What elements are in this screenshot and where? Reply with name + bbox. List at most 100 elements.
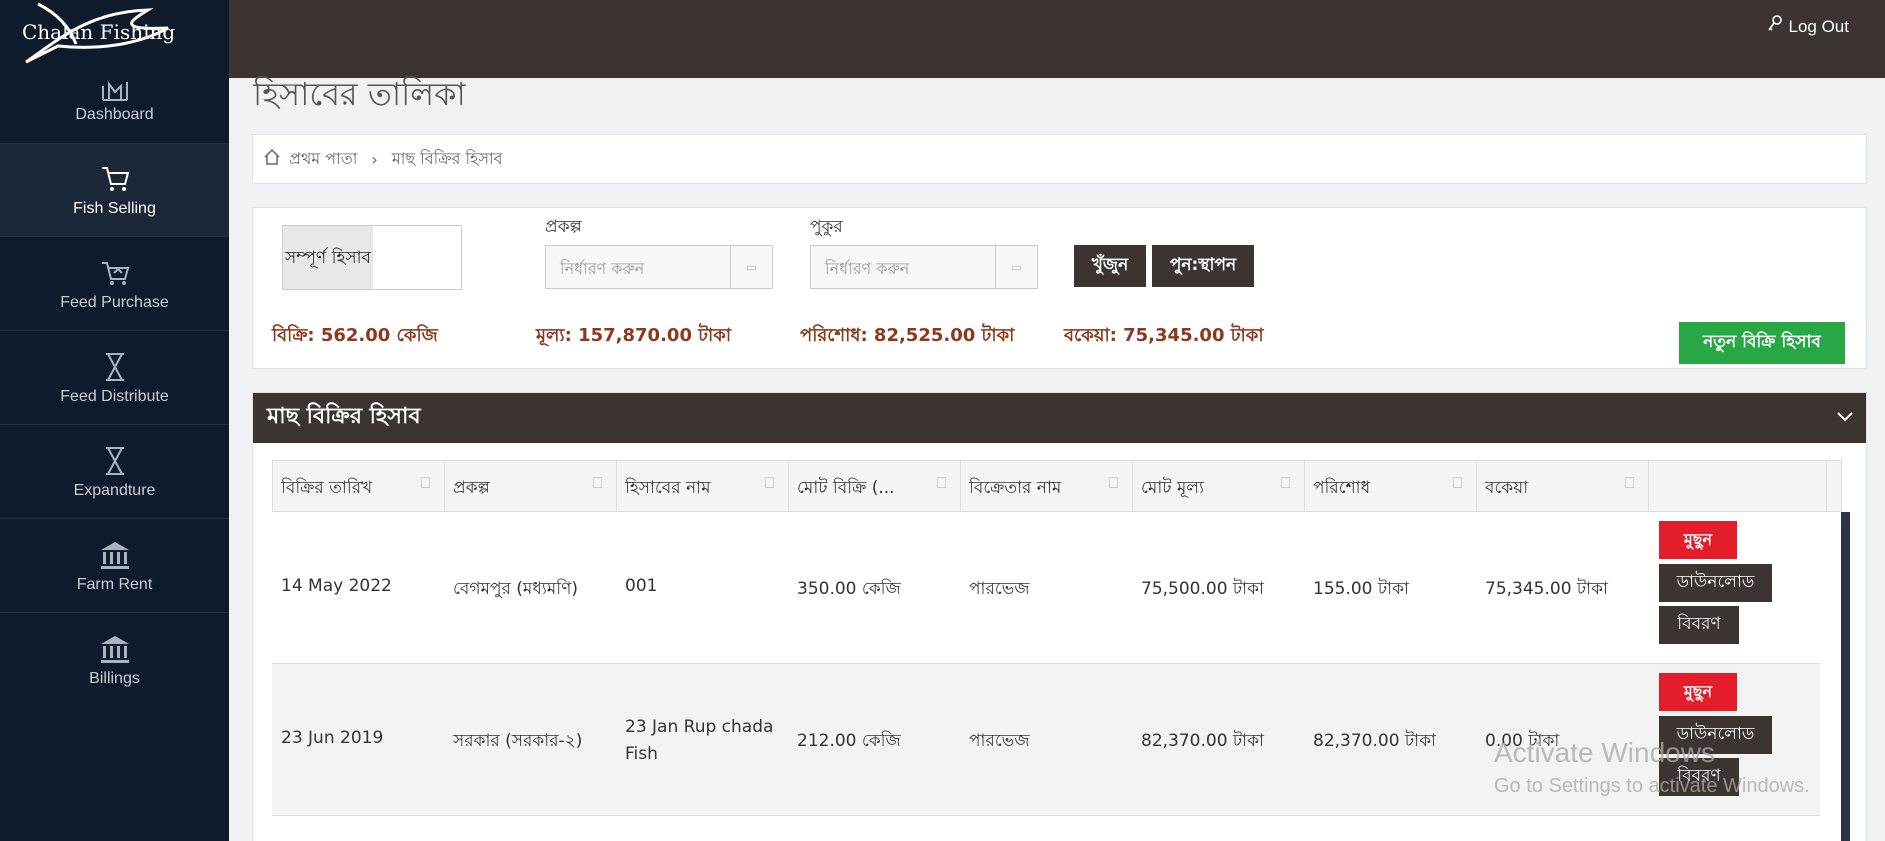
watermark-line2: Go to Settings to activate Windows. xyxy=(1494,775,1810,797)
home-icon[interactable] xyxy=(263,148,281,170)
bank-icon xyxy=(0,632,229,666)
cell-paid: 155.00 টাকা xyxy=(1313,579,1409,599)
sidebar-item-dashboard[interactable]: Dashboard xyxy=(0,64,229,144)
cell-total-sold: 212.00 কেজি xyxy=(797,731,901,751)
pond-label: পুকুর xyxy=(810,217,843,237)
filter-panel: সম্পূর্ণ হিসাব প্রকল্প নির্ধারণ করুন ▭ প… xyxy=(252,207,1867,369)
hourglass-icon xyxy=(0,350,229,384)
download-button[interactable]: ডাউনলোড xyxy=(1659,564,1772,602)
summary-paid: পরিশোধ: 82,525.00 টাকা xyxy=(800,325,1015,346)
sort-icon[interactable] xyxy=(1625,477,1634,488)
card-header: মাছ বিক্রির হিসাব xyxy=(253,393,1866,443)
sidebar-item-farm-rent[interactable]: Farm Rent xyxy=(0,520,229,613)
chevron-down-icon[interactable] xyxy=(1836,393,1854,459)
column-header-due[interactable]: বকেয়া xyxy=(1477,461,1649,511)
column-header-seller[interactable]: বিক্রেতার নাম xyxy=(961,461,1133,511)
key-icon xyxy=(1767,15,1783,38)
brand-name: Chalan Fishing xyxy=(22,20,176,44)
column-header-date[interactable]: বিক্রির তারিখ xyxy=(273,461,445,511)
column-label: বিক্রেতার নাম xyxy=(969,478,1062,498)
chart-icon xyxy=(0,74,229,108)
page-title: হিসাবের তালিকা xyxy=(253,76,466,112)
summary-sold: বিক্রি: 562.00 কেজি xyxy=(272,325,438,346)
pond-placeholder: নির্ধারণ করুন xyxy=(825,259,910,278)
sidebar-item-feed-distribute[interactable]: Feed Distribute xyxy=(0,332,229,425)
sidebar-item-label: Farm Rent xyxy=(76,576,153,593)
sort-icon[interactable] xyxy=(1453,477,1462,488)
hourglass-icon xyxy=(0,444,229,478)
reset-button[interactable]: পুন:স্থাপন xyxy=(1152,245,1254,287)
delete-button[interactable]: মুছুন xyxy=(1659,521,1737,559)
column-header-total-price[interactable]: মোট মূল্য xyxy=(1133,461,1305,511)
column-header-actions xyxy=(1649,461,1827,511)
cell-project: সরকার (সরকার-২) xyxy=(453,731,583,751)
logout-label: Log Out xyxy=(1788,16,1850,36)
sidebar-item-billings[interactable]: Billings xyxy=(0,614,229,707)
cell-seller: পারভেজ xyxy=(969,579,1030,599)
sidebar-item-label: Billings xyxy=(89,670,140,687)
sidebar-item-label: Feed Distribute xyxy=(60,388,169,405)
cell-project: বেগমপুর (মধ্যমণি) xyxy=(453,579,578,599)
sidebar-item-label: Fish Selling xyxy=(73,200,156,217)
summary-price: মূল্য: 157,870.00 টাকা xyxy=(536,325,732,346)
brand-logo[interactable]: Chalan Fishing xyxy=(0,0,229,64)
sort-icon[interactable] xyxy=(1281,477,1290,488)
sidebar: Chalan Fishing Dashboard Fish Selling Fe… xyxy=(0,0,229,841)
sort-icon[interactable] xyxy=(593,477,602,488)
sidebar-item-label: Feed Purchase xyxy=(60,294,169,311)
column-header-total-sold[interactable]: মোট বিক্রি (... xyxy=(789,461,961,511)
column-label: পরিশোধ xyxy=(1313,478,1371,498)
column-label: প্রকল্প xyxy=(453,478,490,498)
sidebar-item-feed-purchase[interactable]: Feed Purchase xyxy=(0,238,229,331)
sort-icon[interactable] xyxy=(1109,477,1118,488)
cell-account-name: 001 xyxy=(625,576,658,596)
breadcrumb-separator: › xyxy=(371,149,378,169)
column-label: বিক্রির তারিখ xyxy=(281,478,373,498)
dropdown-icon[interactable]: ▭ xyxy=(995,246,1037,288)
breadcrumb: প্রথম পাতা › মাছ বিক্রির হিসাব xyxy=(252,134,1867,184)
project-placeholder: নির্ধারণ করুন xyxy=(560,259,645,278)
cell-total-sold: 350.00 কেজি xyxy=(797,579,901,599)
toggle-label: সম্পূর্ণ হিসাব xyxy=(283,226,373,289)
search-button[interactable]: খুঁজুন xyxy=(1074,245,1146,287)
table-header: বিক্রির তারিখ প্রকল্প হিসাবের নাম মোট বি… xyxy=(272,460,1842,512)
windows-activation-watermark: Activate Windows Go to Settings to activ… xyxy=(1494,737,1810,798)
cell-seller: পারভেজ xyxy=(969,731,1030,751)
column-header-project[interactable]: প্রকল্প xyxy=(445,461,617,511)
card-title: মাছ বিক্রির হিসাব xyxy=(267,404,421,429)
full-account-toggle[interactable]: সম্পূর্ণ হিসাব xyxy=(282,225,462,290)
column-label: মোট বিক্রি (... xyxy=(797,478,895,498)
sort-icon[interactable] xyxy=(937,477,946,488)
vertical-scrollbar[interactable] xyxy=(1841,512,1850,841)
project-select[interactable]: নির্ধারণ করুন ▭ xyxy=(545,245,773,289)
column-label: মোট মূল্য xyxy=(1141,478,1204,498)
table-row: 14 May 2022 বেগমপুর (মধ্যমণি) 001 350.00… xyxy=(272,512,1820,664)
new-sale-button[interactable]: নতুন বিক্রি হিসাব xyxy=(1679,322,1845,364)
cell-account-name: 23 Jan Rup chada Fish xyxy=(625,717,774,764)
logout-button[interactable]: Log Out xyxy=(1767,15,1850,38)
bank-icon xyxy=(0,538,229,572)
cell-date: 14 May 2022 xyxy=(281,576,392,596)
sidebar-item-label: Expandture xyxy=(73,482,156,499)
cell-paid: 82,370.00 টাকা xyxy=(1313,731,1436,751)
summary-due: বকেয়া: 75,345.00 টাকা xyxy=(1064,325,1264,346)
delete-button[interactable]: মুছুন xyxy=(1659,673,1737,711)
basket-icon xyxy=(0,256,229,290)
column-header-account-name[interactable]: হিসাবের নাম xyxy=(617,461,789,511)
column-header-paid[interactable]: পরিশোধ xyxy=(1305,461,1477,511)
cell-date: 23 Jun 2019 xyxy=(281,728,384,748)
top-bar: Log Out xyxy=(229,0,1885,78)
sidebar-item-fish-selling[interactable]: Fish Selling xyxy=(0,144,229,237)
column-label: হিসাবের নাম xyxy=(625,478,711,498)
watermark-line1: Activate Windows xyxy=(1494,737,1715,768)
column-label: বকেয়া xyxy=(1485,478,1529,498)
pond-select[interactable]: নির্ধারণ করুন ▭ xyxy=(810,245,1038,289)
details-button[interactable]: বিবরণ xyxy=(1659,606,1739,644)
cart-icon xyxy=(0,162,229,196)
cell-total-price: 82,370.00 টাকা xyxy=(1141,731,1264,751)
breadcrumb-home[interactable]: প্রথম পাতা xyxy=(289,146,357,173)
sort-icon[interactable] xyxy=(765,477,774,488)
sort-icon[interactable] xyxy=(421,477,430,488)
dropdown-icon[interactable]: ▭ xyxy=(730,246,772,288)
sidebar-item-expandture[interactable]: Expandture xyxy=(0,426,229,519)
